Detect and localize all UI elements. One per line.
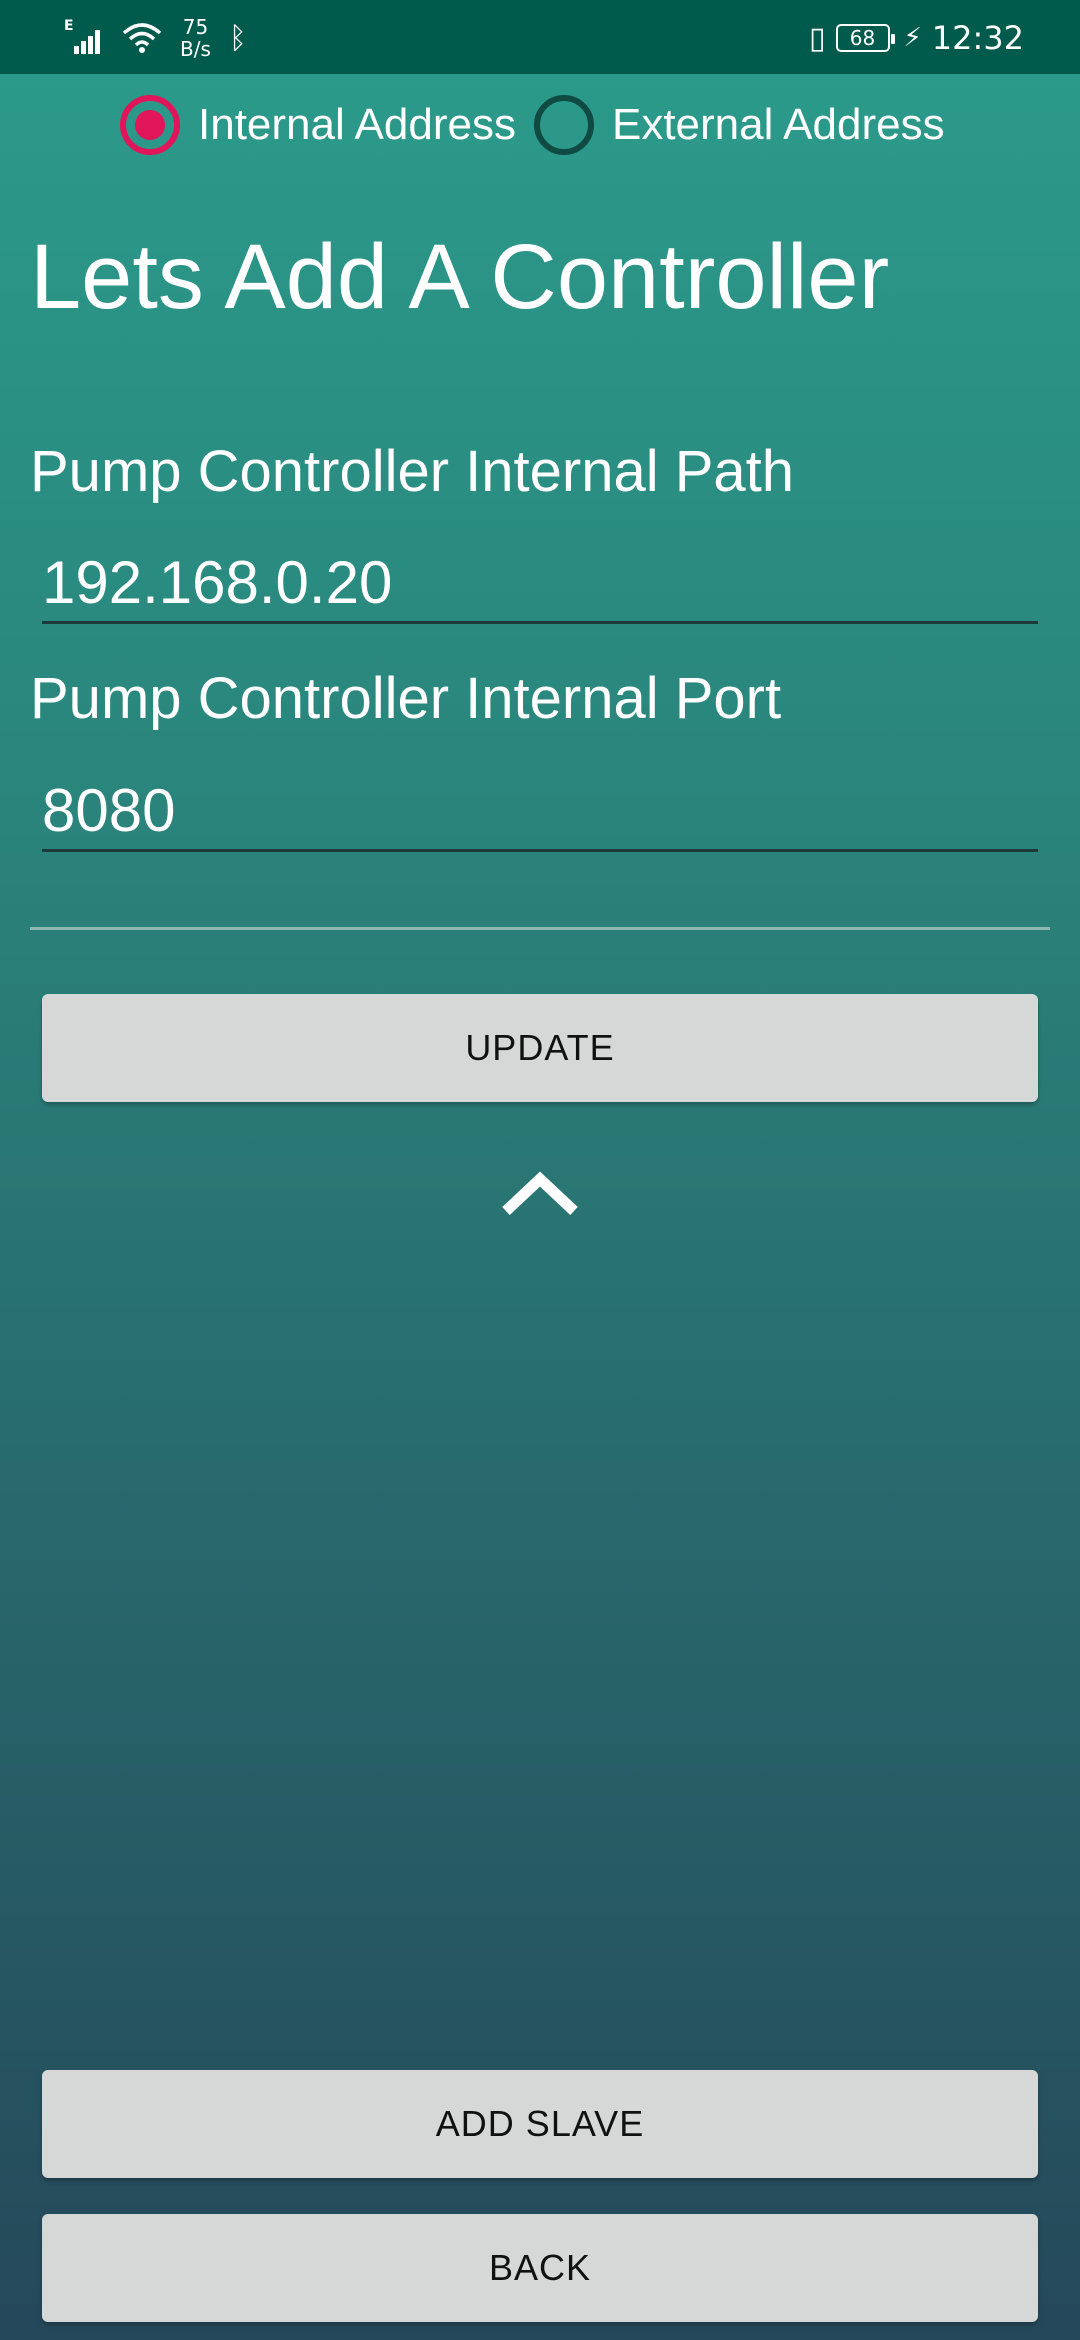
wifi-icon	[122, 23, 162, 53]
net-speed: 75 B/s	[180, 16, 211, 60]
charging-icon: ⚡	[903, 23, 922, 53]
status-bar: E 75 B/s ᛒ ▯ 68 ⚡ 12:32	[0, 0, 1080, 74]
radio-checked-icon[interactable]	[120, 95, 180, 155]
page-title: Lets Add A Controller	[30, 226, 890, 328]
clock: 12:32	[931, 19, 1024, 57]
path-label: Pump Controller Internal Path	[30, 439, 795, 504]
path-input[interactable]: 192.168.0.20	[42, 548, 1038, 624]
signal-icon: E	[62, 18, 104, 58]
add-slave-button[interactable]: ADD SLAVE	[42, 2070, 1038, 2178]
external-address-label[interactable]: External Address	[612, 100, 945, 150]
back-button[interactable]: BACK	[42, 2214, 1038, 2322]
battery-level: 68	[849, 26, 876, 50]
port-input[interactable]: 8080	[42, 776, 1038, 852]
chevron-up-icon[interactable]	[500, 1165, 580, 1225]
update-button-label: UPDATE	[465, 1027, 615, 1068]
update-button[interactable]: UPDATE	[42, 994, 1038, 1102]
radio-unchecked-icon[interactable]	[533, 95, 594, 155]
address-mode-radio-group: Internal Address External Address	[120, 94, 963, 156]
net-speed-value: 75	[182, 15, 209, 39]
internal-address-label[interactable]: Internal Address	[198, 100, 516, 150]
port-label: Pump Controller Internal Port	[30, 666, 782, 731]
external-address-radio[interactable]: External Address	[533, 95, 963, 155]
add-slave-button-label: ADD SLAVE	[435, 2103, 645, 2144]
net-speed-unit: B/s	[180, 37, 211, 61]
bluetooth-icon: ᛒ	[228, 20, 247, 56]
internal-address-radio[interactable]: Internal Address	[120, 95, 534, 155]
network-type: E	[64, 18, 74, 34]
back-button-label: BACK	[488, 2247, 592, 2288]
vibrate-icon: ▯	[809, 20, 826, 56]
battery-icon: 68	[835, 24, 895, 52]
divider	[30, 927, 1050, 930]
